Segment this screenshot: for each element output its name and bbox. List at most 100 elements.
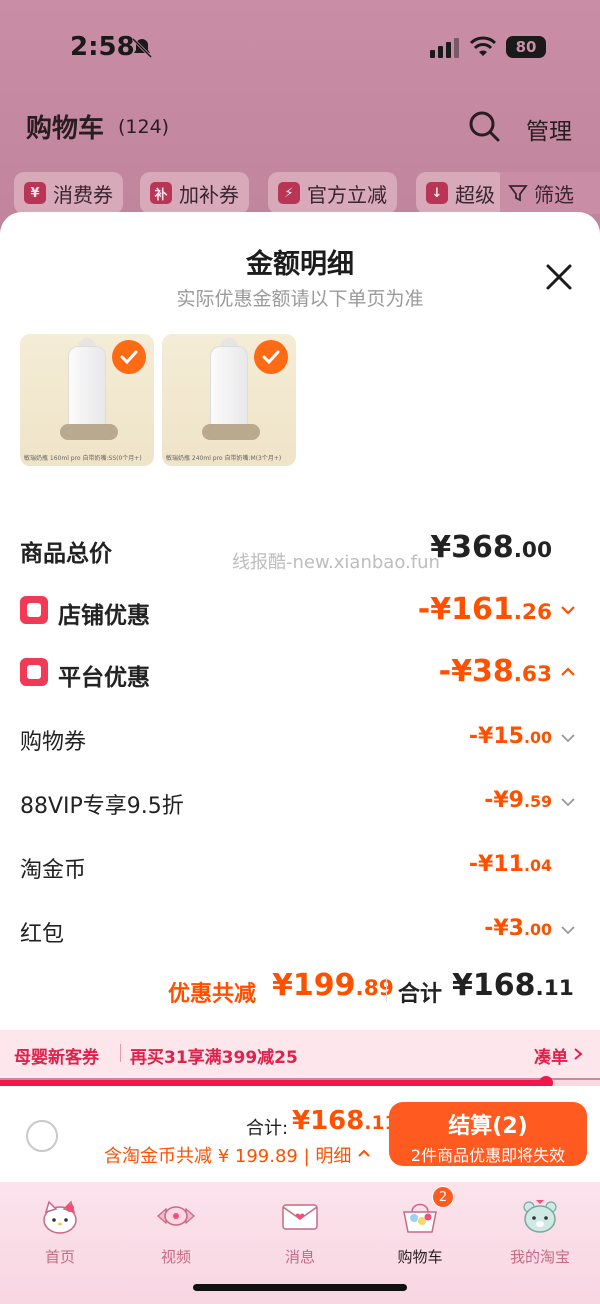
goods-total-amount: ¥368.00 [430, 530, 552, 565]
platform-icon [20, 658, 48, 686]
down-arrow-icon: ↓ [426, 182, 448, 204]
product-thumbnail[interactable]: 敏瑞奶瓶 240ml pro 自带奶嘴:M(3个月+) [162, 334, 296, 466]
row-label: 红包 [20, 922, 65, 947]
search-icon[interactable] [468, 110, 500, 142]
divider [120, 1044, 121, 1062]
select-all-checkbox[interactable] [26, 1120, 58, 1152]
row-label: 购物券 [20, 730, 87, 755]
filter-chip-instant-discount[interactable]: ⚡ 官方立减 [268, 172, 397, 214]
platform-discount-amount: -¥38.63 [438, 654, 552, 689]
page-title: 购物车 [26, 114, 105, 144]
tao-coin-amount: -¥11.04 [468, 852, 552, 877]
chevron-down-icon[interactable] [560, 794, 576, 810]
bear-profile-icon [523, 1200, 557, 1233]
filter-button[interactable]: 筛选 [500, 172, 600, 214]
checkout-button-label: 结算(2) [448, 1114, 528, 1139]
bottle-image [68, 346, 106, 432]
subsidy-icon: 补 [150, 182, 172, 204]
stone-shape [202, 424, 260, 440]
cart-badge: 2 [432, 1186, 454, 1208]
divider [386, 978, 387, 1002]
sheet-subtitle: 实际优惠金额请以下单页为准 [176, 288, 424, 310]
funnel-icon [508, 185, 528, 202]
filter-chip-label: 官方立减 [307, 182, 387, 207]
vip-discount-amount: -¥9.59 [484, 788, 552, 813]
filter-chip-subsidy[interactable]: 补 加补券 [140, 172, 249, 214]
checkmark-icon [112, 340, 146, 374]
grand-total-value: ¥168.11 [452, 968, 574, 1003]
tab-messages[interactable]: 消息 [250, 1192, 350, 1282]
home-indicator [193, 1284, 407, 1291]
chevron-up-icon[interactable] [357, 1147, 371, 1159]
status-bar: 2:58 80 [0, 28, 600, 68]
coupon-banner[interactable]: 母婴新客券 再买31享满399减25 凑单 [0, 1030, 600, 1078]
store-discount-amount: -¥161.26 [417, 592, 552, 627]
tab-my-taobao[interactable]: 我的淘宝 [490, 1192, 590, 1282]
red-packet-amount: -¥3.00 [484, 916, 552, 941]
discount-total-value: ¥199.89 [272, 968, 394, 1003]
product-caption: 敏瑞奶瓶 240ml pro 自带奶嘴:M(3个月+) [166, 455, 282, 462]
row-label: 商品总价 [20, 541, 112, 567]
envelope-message-icon [282, 1204, 318, 1230]
platform-discount-row[interactable]: 平台优惠 -¥38.63 [20, 654, 580, 694]
discount-summary: 优惠共减 ¥199.89 合计 ¥168.11 [0, 968, 600, 1012]
tab-label: 视频 [160, 1248, 191, 1266]
manage-button[interactable]: 管理 [526, 112, 572, 146]
tab-video[interactable]: 视频 [126, 1192, 226, 1282]
tab-label: 我的淘宝 [509, 1248, 570, 1266]
chevron-down-icon[interactable] [560, 730, 576, 746]
checkout-bar: 合计: ¥168.11 含淘金币共减 ¥ 199.89 | 明细 结算(2) 2… [0, 1086, 600, 1182]
product-caption: 敏瑞奶瓶 160ml pro 自带奶嘴:SS(0个月+) [24, 455, 142, 462]
shopping-coupon-row[interactable]: 购物券 -¥15.00 [20, 720, 580, 760]
hello-kitty-home-icon [43, 1200, 77, 1234]
row-label: 88VIP专享9.5折 [20, 794, 184, 819]
stone-shape [60, 424, 118, 440]
amount-detail-sheet: 金额明细 实际优惠金额请以下单页为准 敏瑞奶瓶 160ml pro 自带奶嘴:S… [0, 212, 600, 1030]
store-icon [20, 596, 48, 624]
wifi-icon [470, 36, 496, 56]
filter-chip-coupon[interactable]: ¥ 消费券 [14, 172, 123, 214]
candy-video-icon [157, 1206, 195, 1226]
battery-indicator: 80 [506, 36, 546, 58]
store-discount-row[interactable]: 店铺优惠 -¥161.26 [20, 592, 580, 632]
chevron-up-icon[interactable] [560, 664, 576, 680]
vip-discount-row[interactable]: 88VIP专享9.5折 -¥9.59 [20, 784, 580, 824]
filter-button-label: 筛选 [534, 182, 574, 207]
filter-chip-super[interactable]: ↓ 超级 [416, 172, 506, 214]
tab-label: 消息 [284, 1248, 315, 1266]
filter-chip-label: 消费券 [53, 182, 113, 207]
tao-coin-row: 淘金币 -¥11.04 [20, 848, 580, 888]
cart-header-area: 2:58 80 购物车 (124) 管理 ¥ 消费券 补 加补券 ⚡ 官方立减 … [0, 0, 600, 230]
row-label: 平台优惠 [58, 665, 150, 691]
checkout-button[interactable]: 结算(2) 2件商品优惠即将失效 [389, 1102, 587, 1166]
bell-off-icon [131, 37, 153, 59]
lightning-icon: ⚡ [278, 182, 300, 204]
chevron-right-icon [574, 1048, 583, 1060]
coupon-description: 再买31享满399减25 [130, 1048, 298, 1068]
checkout-total-label: 合计: [246, 1118, 289, 1139]
row-label: 店铺优惠 [58, 603, 150, 629]
product-thumbnail[interactable]: 敏瑞奶瓶 160ml pro 自带奶嘴:SS(0个月+) [20, 334, 154, 466]
goods-total-row: 商品总价 ¥368.00 [20, 530, 580, 570]
tab-label: 购物车 [397, 1248, 443, 1266]
chevron-down-icon[interactable] [560, 602, 576, 618]
tab-home[interactable]: 首页 [10, 1192, 110, 1282]
close-icon[interactable] [544, 262, 574, 292]
grand-total-label: 合计 [398, 982, 443, 1007]
coupon-tag: 母婴新客券 [14, 1048, 99, 1068]
checkout-button-sublabel: 2件商品优惠即将失效 [410, 1146, 566, 1165]
filter-chip-label: 加补券 [179, 182, 239, 207]
checkmark-icon [254, 340, 288, 374]
checkout-total-value: ¥168.11 [292, 1106, 398, 1136]
row-label: 淘金币 [20, 858, 87, 883]
tab-label: 首页 [44, 1248, 75, 1266]
red-packet-row[interactable]: 红包 -¥3.00 [20, 912, 580, 952]
tab-cart[interactable]: 2 购物车 [370, 1186, 470, 1282]
add-items-link[interactable]: 凑单 [534, 1043, 568, 1068]
checkout-discount-detail[interactable]: 含淘金币共减 ¥ 199.89 | 明细 [104, 1142, 351, 1168]
discount-total-label: 优惠共减 [168, 982, 257, 1007]
coupon-icon: ¥ [24, 182, 46, 204]
chevron-down-icon[interactable] [560, 922, 576, 938]
shopping-coupon-amount: -¥15.00 [468, 724, 552, 749]
signal-icon [430, 38, 459, 58]
